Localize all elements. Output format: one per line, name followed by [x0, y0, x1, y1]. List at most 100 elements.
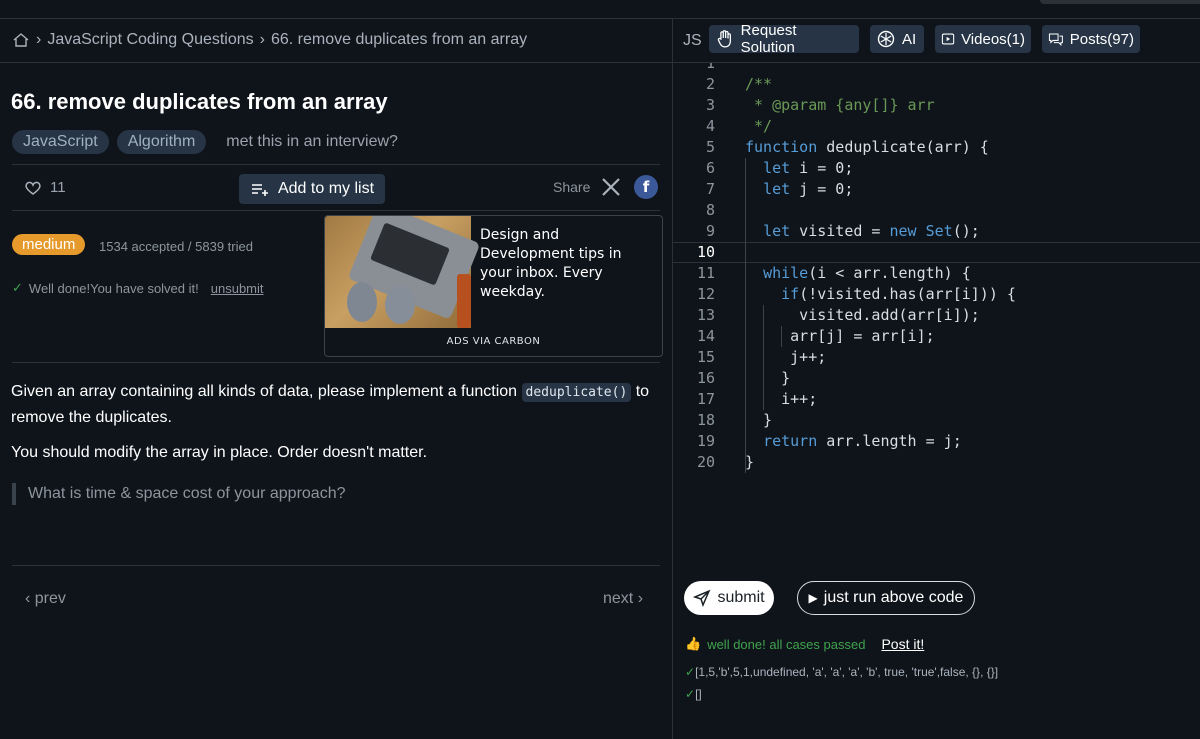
inline-code: deduplicate()	[521, 383, 632, 402]
share-label: Share	[553, 179, 591, 195]
line-number: 20	[696, 453, 715, 471]
add-to-list-label: Add to my list	[277, 180, 375, 197]
submission-stats: 1534 accepted / 5839 tried	[99, 239, 253, 254]
code-text: arr[j] = arr[i];	[745, 327, 935, 345]
difficulty-badge: medium	[12, 234, 86, 255]
line-number: 7	[705, 180, 715, 198]
unsubmit-link[interactable]: unsubmit	[211, 281, 264, 296]
carbon-ad[interactable]: Design and Development tips in your inbo…	[324, 215, 663, 357]
code-text: * @param {any[]} arr	[745, 96, 935, 114]
code-line[interactable]: 7 let j = 0;	[673, 179, 1200, 200]
breadcrumb-separator: ›	[36, 31, 42, 48]
code-line[interactable]: 11 while(i < arr.length) {	[673, 263, 1200, 284]
code-line[interactable]: 3 * @param {any[]} arr	[673, 95, 1200, 116]
submit-button[interactable]: submit	[684, 581, 774, 615]
line-number: 16	[696, 369, 715, 387]
code-line[interactable]: 15 j++;	[673, 347, 1200, 368]
like-button[interactable]: 11	[24, 179, 66, 196]
code-text: let visited = new Set();	[763, 222, 980, 240]
code-line[interactable]: 20}	[673, 452, 1200, 473]
thumbs-up-icon: 👍	[685, 636, 702, 651]
breadcrumb-section-link[interactable]: JavaScript Coding Questions	[47, 31, 253, 49]
check-icon: ✓	[685, 687, 696, 701]
code-line[interactable]: 8	[673, 200, 1200, 221]
post-it-link[interactable]: Post it!	[881, 636, 924, 652]
code-line[interactable]: 19 return arr.length = j;	[673, 431, 1200, 452]
code-line[interactable]: 6 let i = 0;	[673, 158, 1200, 179]
interview-prompt-link[interactable]: met this in an interview?	[226, 133, 398, 151]
line-number: 17	[696, 390, 715, 408]
run-code-button[interactable]: ▶ just run above code	[797, 581, 975, 615]
send-icon	[693, 589, 711, 607]
breadcrumb-separator: ›	[259, 31, 265, 48]
code-line[interactable]: 12 if(!visited.has(arr[i])) {	[673, 284, 1200, 305]
home-icon[interactable]	[12, 32, 30, 48]
like-count: 11	[50, 179, 66, 196]
request-solution-button[interactable]: Request Solution	[709, 22, 859, 56]
code-line[interactable]: 10	[673, 242, 1200, 263]
line-number: 11	[696, 264, 715, 282]
breadcrumb: › JavaScript Coding Questions › 66. remo…	[12, 31, 527, 49]
code-text: }	[745, 411, 773, 429]
x-share-icon[interactable]	[600, 176, 622, 198]
ai-icon	[877, 30, 895, 48]
code-text: return arr.length = j;	[763, 432, 962, 450]
code-line[interactable]: 17 i++;	[673, 389, 1200, 410]
description-paragraph: Given an array containing all kinds of d…	[11, 383, 650, 426]
top-bar	[0, 0, 1200, 19]
top-bar-pill	[1040, 0, 1200, 4]
result-status: 👍 well done! all cases passed Post it!	[685, 636, 924, 652]
follow-up-quote: What is time & space cost of your approa…	[12, 483, 345, 505]
code-line[interactable]: 14 arr[j] = arr[i];	[673, 326, 1200, 347]
divider	[12, 565, 660, 566]
line-number: 18	[696, 411, 715, 429]
facebook-share-icon[interactable]: f	[634, 175, 658, 199]
indent-guide	[763, 305, 764, 410]
code-line[interactable]: 1	[673, 63, 1200, 74]
code-text: }	[745, 369, 791, 387]
videos-button[interactable]: Videos(1)	[935, 25, 1031, 53]
question-panel: › JavaScript Coding Questions › 66. remo…	[0, 19, 672, 739]
check-icon: ✓	[685, 665, 696, 679]
run-code-label: just run above code	[823, 589, 964, 606]
line-number: 13	[696, 306, 715, 324]
line-number: 3	[705, 96, 715, 114]
video-icon	[941, 33, 955, 45]
test-case-result: ✓[1,5,'b',5,1,undefined, 'a', 'a', 'a', …	[685, 665, 999, 679]
ai-label: AI	[902, 30, 917, 48]
language-selector[interactable]: JS	[683, 32, 702, 50]
code-text: /**	[745, 75, 773, 93]
play-icon: ▶	[808, 591, 818, 605]
code-text: */	[745, 117, 773, 135]
ai-button[interactable]: AI	[870, 25, 924, 53]
check-icon: ✓	[12, 280, 23, 295]
chevron-right-icon: ›	[633, 590, 644, 607]
tag-javascript[interactable]: JavaScript	[12, 130, 109, 154]
add-to-list-button[interactable]: Add to my list	[239, 174, 385, 204]
code-editor[interactable]: 1 2/** 3 * @param {any[]} arr 4 */5 function…	[673, 63, 1200, 553]
code-line[interactable]: 4 */	[673, 116, 1200, 137]
divider	[0, 62, 672, 63]
hand-icon	[717, 30, 731, 48]
code-text: if(!visited.has(arr[i])) {	[781, 285, 1016, 303]
tag-algorithm[interactable]: Algorithm	[116, 130, 207, 154]
line-number: 1	[705, 63, 715, 72]
code-line[interactable]: 9 let visited = new Set();	[673, 221, 1200, 242]
posts-label: Posts(97)	[1069, 30, 1134, 48]
code-line[interactable]: 18 }	[673, 410, 1200, 431]
prev-button[interactable]: ‹ prev	[25, 590, 66, 608]
breadcrumb-current: 66. remove duplicates from an array	[270, 31, 528, 48]
code-text: }	[745, 453, 755, 471]
code-line[interactable]: 2 /**	[673, 74, 1200, 95]
ad-text: Design and Development tips in your inbo…	[480, 227, 622, 300]
code-line[interactable]: 13 visited.add(arr[i]);	[673, 305, 1200, 326]
line-number: 14	[696, 327, 715, 345]
line-number: 12	[696, 285, 715, 303]
next-button[interactable]: next ›	[603, 590, 643, 608]
test-case-result: ✓[]	[685, 687, 702, 701]
line-number: 4	[705, 117, 715, 135]
indent-guide	[745, 158, 746, 473]
code-line[interactable]: 5 function deduplicate(arr) {	[673, 137, 1200, 158]
code-line[interactable]: 16 }	[673, 368, 1200, 389]
posts-button[interactable]: Posts(97)	[1042, 25, 1140, 53]
